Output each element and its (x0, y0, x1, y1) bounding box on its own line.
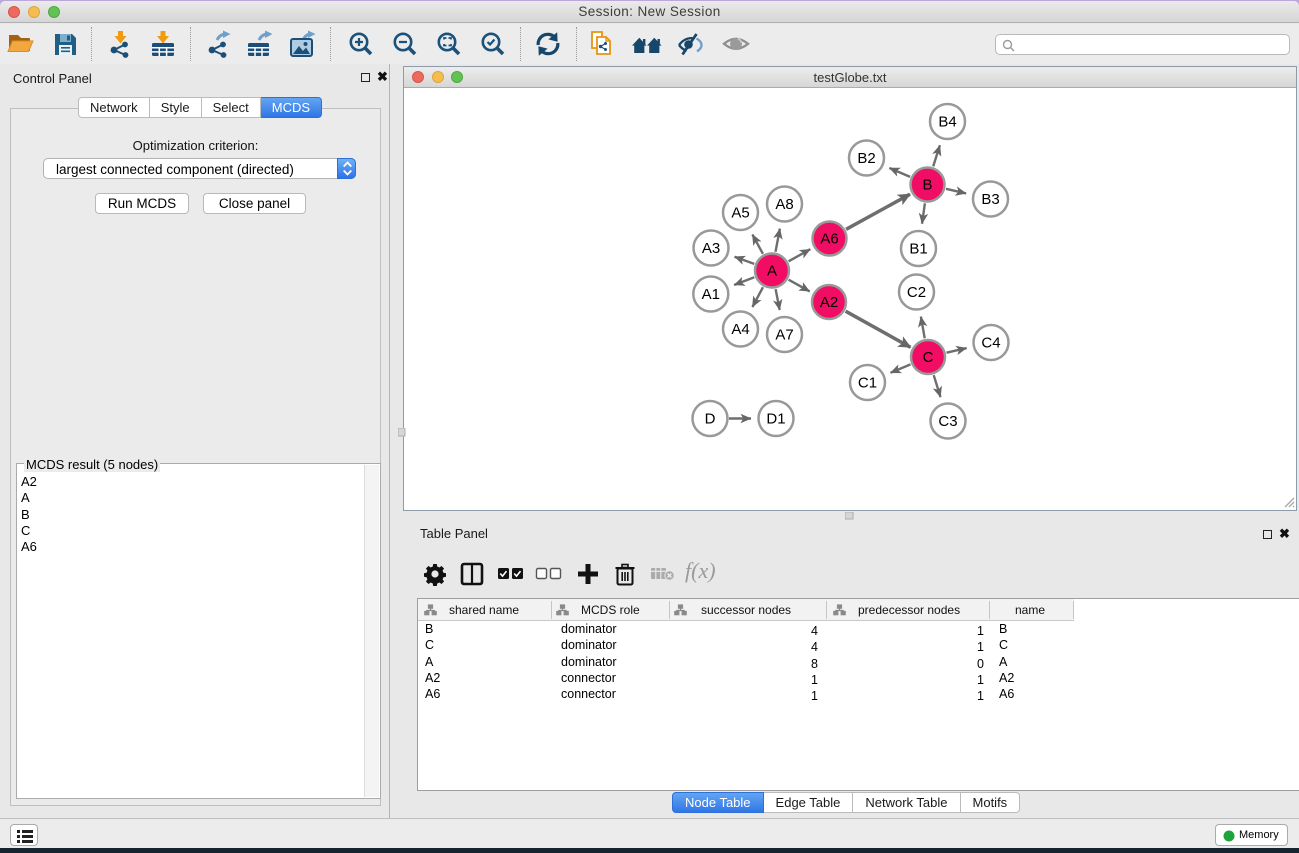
svg-text:C: C (923, 349, 934, 366)
svg-text:A1: A1 (702, 286, 720, 303)
svg-text:C3: C3 (938, 413, 957, 430)
svg-text:D1: D1 (766, 411, 785, 428)
svg-text:A8: A8 (775, 196, 793, 213)
svg-text:B2: B2 (857, 150, 875, 167)
svg-text:A4: A4 (731, 321, 749, 338)
svg-text:A: A (767, 263, 777, 280)
svg-text:A5: A5 (731, 205, 749, 222)
svg-text:C1: C1 (858, 375, 877, 392)
svg-text:A2: A2 (820, 294, 838, 311)
svg-text:B1: B1 (909, 241, 927, 258)
svg-text:B3: B3 (981, 191, 999, 208)
svg-text:C4: C4 (981, 335, 1000, 352)
svg-text:B: B (922, 177, 932, 194)
svg-text:A3: A3 (702, 240, 720, 257)
svg-text:B4: B4 (938, 114, 956, 131)
svg-text:A7: A7 (775, 327, 793, 344)
svg-text:A6: A6 (820, 231, 838, 248)
svg-text:C2: C2 (907, 284, 926, 301)
svg-text:D: D (705, 411, 716, 428)
